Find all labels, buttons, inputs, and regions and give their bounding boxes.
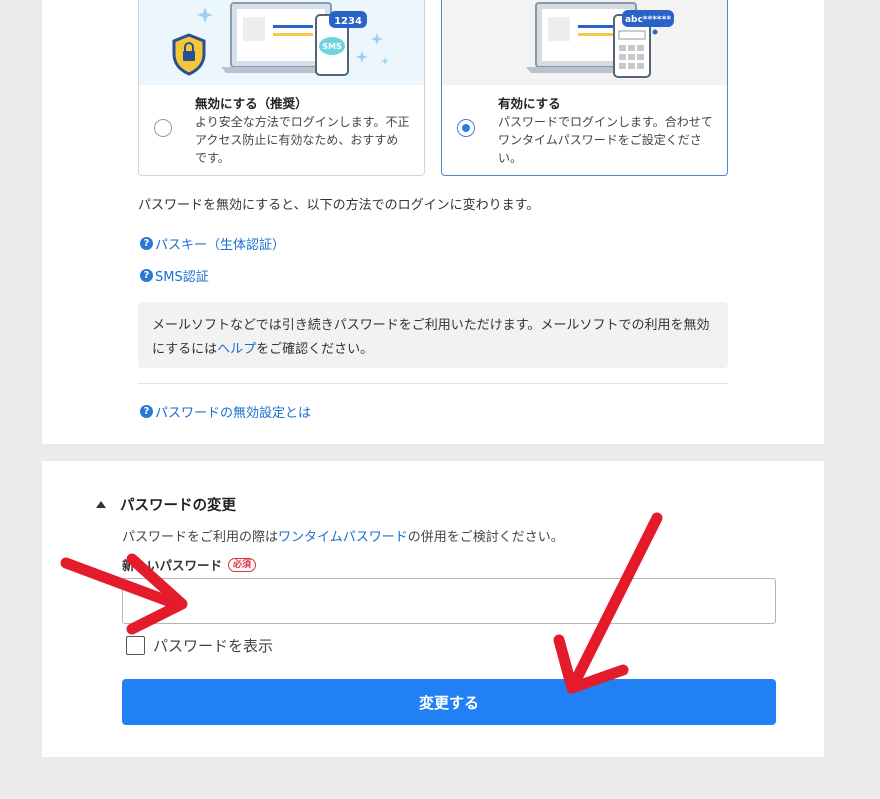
illustration-disable: SMS 1234 [139, 0, 424, 85]
new-password-label: 新しいパスワード 必須 [122, 555, 257, 574]
login-setting-panel: SMS 1234 無効にする（推奨） より安全な方法でログインします。不正アクセ… [42, 0, 824, 444]
divider [138, 383, 728, 384]
about-disable-link-label: パスワードの無効設定とは [155, 406, 312, 421]
option-title-enable: 有効にする [498, 96, 561, 111]
disable-note: パスワードを無効にすると、以下の方法でのログインに変わります。 [138, 198, 540, 213]
sms-link[interactable]: ? SMS認証 [140, 266, 209, 285]
new-password-input[interactable] [122, 578, 776, 624]
passkey-link[interactable]: ? パスキー（生体認証） [140, 234, 285, 253]
show-password-toggle[interactable]: パスワードを表示 [126, 635, 273, 656]
radio-enable[interactable] [457, 119, 475, 137]
note-before: パスワードをご利用の際は [122, 530, 279, 545]
mail-software-info-box: メールソフトなどでは引き続きパスワードをご利用いただけます。メールソフトでの利用… [138, 302, 728, 368]
otp-recommend-note: パスワードをご利用の際はワンタイムパスワードの併用をご検討ください。 [122, 526, 564, 545]
password-change-panel: パスワードの変更 パスワードをご利用の際はワンタイムパスワードの併用をご検討くだ… [42, 461, 824, 757]
otp-bubble-label: abc****** [625, 15, 671, 25]
change-password-button[interactable]: 変更する [122, 679, 776, 725]
help-page-link[interactable]: ヘルプ [217, 342, 256, 357]
radio-disable[interactable] [154, 119, 172, 137]
info-text-after: をご確認ください。 [256, 342, 374, 357]
note-after: の併用をご検討ください。 [407, 530, 564, 545]
illustration-enable: abc****** [442, 0, 727, 85]
show-password-checkbox[interactable] [126, 636, 145, 655]
one-time-password-link[interactable]: ワンタイムパスワード [278, 530, 408, 545]
option-card-enable[interactable]: abc****** 有効にする パスワードでログインします。合わせてワンタイムパ… [441, 0, 728, 176]
section-title: パスワードの変更 [120, 498, 236, 514]
help-icon: ? [140, 237, 153, 250]
help-icon: ? [140, 269, 153, 282]
option-desc-enable: パスワードでログインします。合わせてワンタイムパスワードをご設定ください。 [498, 115, 713, 165]
new-password-label-text: 新しいパスワード [122, 558, 223, 573]
lock-shield-icon [172, 33, 206, 76]
required-badge: 必須 [228, 557, 257, 572]
password-change-toggle[interactable]: パスワードの変更 [96, 494, 236, 515]
passkey-link-label: パスキー（生体認証） [155, 238, 286, 253]
help-icon: ? [140, 405, 153, 418]
otp-bubble-label: 1234 [334, 16, 362, 27]
sms-link-label: SMS認証 [155, 270, 209, 285]
show-password-label: パスワードを表示 [153, 637, 274, 655]
about-disable-link[interactable]: ? パスワードの無効設定とは [140, 402, 311, 421]
option-card-disable[interactable]: SMS 1234 無効にする（推奨） より安全な方法でログインします。不正アクセ… [138, 0, 425, 176]
option-desc-disable: より安全な方法でログインします。不正アクセス防止に有効なため、おすすめです。 [195, 115, 410, 165]
triangle-up-icon [96, 501, 106, 508]
option-title-disable: 無効にする（推奨） [195, 96, 308, 111]
sms-bubble-label: SMS [322, 42, 342, 51]
